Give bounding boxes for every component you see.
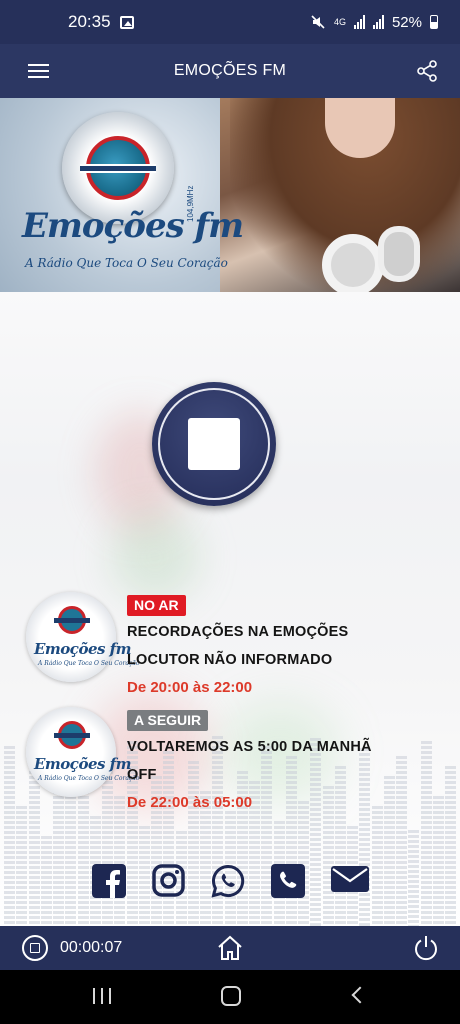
battery-percent: 52% (391, 13, 422, 31)
program-title: VOLTAREMOS AS 5:00 DA MANHÃ (127, 739, 372, 755)
home-nav-icon[interactable] (221, 986, 241, 1006)
program-host: OFF (127, 767, 157, 783)
signal-icon (353, 15, 365, 29)
equalizer-bar (200, 791, 211, 926)
stop-icon (30, 943, 40, 953)
logo-slogan: A Rádio Que Toca O Seu Coração (25, 256, 228, 270)
signal-icon-2 (372, 15, 384, 29)
program-time: De 22:00 às 05:00 (127, 794, 253, 811)
stop-button[interactable] (152, 382, 276, 506)
mini-stop-button[interactable] (22, 935, 48, 961)
equalizer-bar (322, 786, 334, 926)
power-icon[interactable] (412, 934, 440, 962)
system-nav-bar (0, 970, 460, 1024)
live-badge: NO AR (127, 595, 186, 616)
status-bar: 20:35 4G 52% (0, 0, 460, 44)
logo-frequency: 104,9MHz (186, 185, 195, 222)
program-logo: Emoções fm A Rádio Que Toca O Seu Coraçã… (26, 592, 139, 682)
phone-icon[interactable] (271, 864, 305, 898)
recents-icon[interactable] (93, 988, 111, 1004)
program-title: RECORDAÇÕES NA EMOÇÕES (127, 624, 349, 640)
back-icon[interactable] (351, 986, 369, 1004)
player-bottom-bar: 00:00:07 (0, 926, 460, 970)
instagram-icon[interactable] (152, 864, 185, 897)
equalizer-bar (65, 786, 77, 926)
whatsapp-icon[interactable] (211, 864, 245, 898)
status-time: 20:35 (68, 12, 111, 31)
app-bar: EMOÇÕES FM (0, 44, 460, 98)
social-links (0, 864, 460, 904)
battery-icon (430, 15, 438, 29)
email-icon[interactable] (331, 864, 369, 894)
program-logo: Emoções fm A Rádio Que Toca O Seu Coraçã… (26, 707, 139, 797)
app-title: EMOÇÕES FM (173, 62, 287, 79)
next-badge: A SEGUIR (127, 710, 209, 731)
share-icon[interactable] (416, 60, 438, 82)
mute-icon (311, 15, 325, 29)
headphones-image (322, 234, 384, 292)
equalizer-bar (114, 796, 126, 926)
facebook-icon[interactable] (92, 864, 126, 898)
menu-icon[interactable] (28, 64, 49, 78)
network-type: 4G (333, 16, 346, 27)
program-time: De 20:00 às 22:00 (127, 679, 253, 696)
stop-icon (188, 418, 240, 470)
elapsed-time: 00:00:07 (60, 939, 123, 956)
gallery-icon (119, 15, 134, 29)
status-icons: 4G 52% (310, 14, 438, 31)
equalizer-bar (432, 796, 444, 926)
program-host: LOCUTOR NÃO INFORMADO (127, 652, 333, 668)
home-icon[interactable] (216, 934, 244, 962)
logo-text: Emoções fm (22, 206, 244, 246)
player-area: Emoções fm A Rádio Que Toca O Seu Coraçã… (0, 292, 460, 926)
